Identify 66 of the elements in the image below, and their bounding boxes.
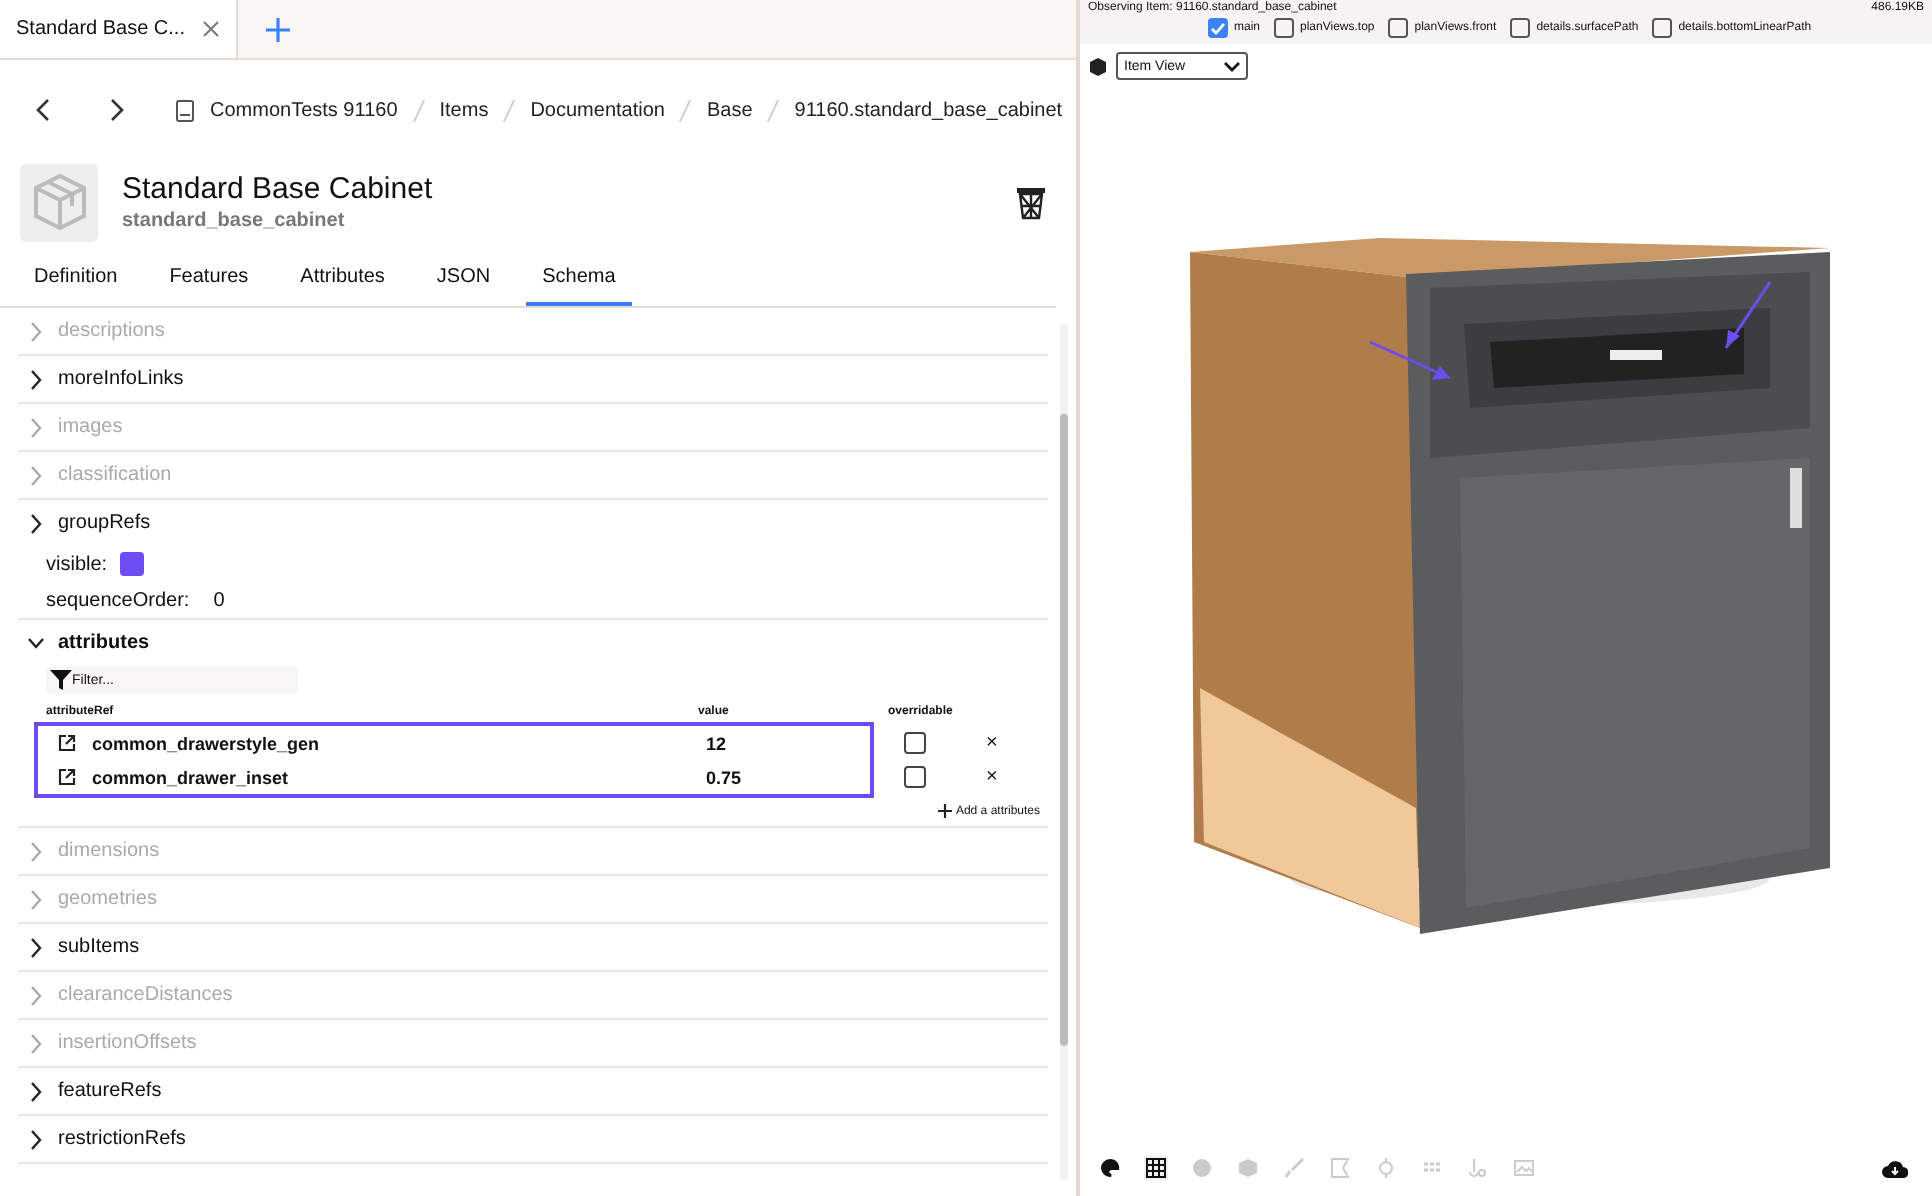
overridable-checkbox[interactable] — [904, 732, 926, 754]
tab[interactable]: Features — [153, 258, 265, 306]
section-header[interactable]: groupRefs — [18, 500, 1048, 546]
breadcrumb-link[interactable]: 91160.standard_base_cabinet — [794, 99, 1063, 121]
close-icon[interactable] — [202, 20, 220, 38]
field-label: sequenceOrder: — [46, 589, 190, 611]
attribute-value: 12 — [704, 733, 729, 753]
chevron-icon — [28, 633, 44, 653]
browser-tab[interactable]: Standard Base C... — [0, 0, 238, 58]
wastebasket-icon[interactable] — [1016, 185, 1046, 219]
layer-checkbox[interactable] — [1388, 18, 1409, 38]
cloud-download-icon[interactable] — [1882, 1159, 1908, 1177]
chevron-icon — [28, 1081, 44, 1101]
layer-checkbox[interactable] — [1208, 18, 1228, 38]
field-value: 0 — [213, 589, 225, 611]
forward-icon[interactable] — [108, 98, 124, 122]
plus-icon — [937, 804, 952, 818]
book-icon — [176, 99, 194, 121]
item-id: standard_base_cabinet — [122, 210, 347, 232]
tab[interactable]: JSON — [420, 258, 507, 306]
chevron-icon — [28, 417, 44, 437]
field-label: visible: — [46, 553, 108, 575]
box-icon — [33, 174, 85, 230]
breadcrumb-link[interactable]: Items — [439, 99, 489, 121]
tab[interactable]: Schema — [526, 258, 632, 306]
chevron-icon — [28, 465, 44, 485]
cube-icon — [1090, 57, 1106, 75]
breadcrumb-link[interactable]: Base — [706, 99, 753, 121]
palette-icon[interactable] — [1098, 1156, 1122, 1180]
section-header[interactable]: moreInfoLinks — [18, 356, 1048, 402]
chevron-icon — [28, 321, 44, 341]
chevron-icon — [28, 1129, 44, 1149]
remove-button[interactable]: × — [986, 732, 998, 754]
chevron-icon — [28, 889, 44, 909]
filter-icon — [50, 670, 72, 690]
external-link-icon[interactable] — [58, 734, 76, 752]
item-title: Standard Base Cabinet — [122, 172, 435, 206]
scrollbar-thumb[interactable] — [1060, 414, 1068, 1046]
chevron-icon — [28, 513, 44, 533]
back-icon[interactable] — [36, 98, 52, 122]
attribute-value: 0.75 — [704, 767, 744, 787]
external-link-icon[interactable] — [58, 768, 76, 786]
remove-button[interactable]: × — [986, 766, 998, 788]
section-header[interactable]: featureRefs — [18, 1068, 1048, 1114]
attribute-name: common_drawer_inset — [92, 767, 289, 787]
overridable-checkbox[interactable] — [904, 766, 926, 788]
chevron-icon — [28, 1033, 44, 1053]
grid-icon[interactable] — [1144, 1156, 1168, 1180]
chevron-icon — [28, 841, 44, 861]
tab[interactable]: Attributes — [284, 258, 401, 306]
tab[interactable]: Definition — [18, 258, 134, 306]
breadcrumb-link[interactable]: Documentation — [530, 99, 665, 121]
chevron-icon — [28, 937, 44, 957]
breadcrumb-link[interactable]: CommonTests 91160 — [210, 99, 398, 121]
chevron-icon — [28, 369, 44, 389]
visible-checkbox[interactable] — [119, 552, 144, 576]
layer-checkbox[interactable] — [1274, 18, 1295, 38]
layer-checkbox[interactable] — [1652, 18, 1673, 38]
caret-icon — [1224, 61, 1240, 71]
section-header[interactable]: restrictionRefs — [18, 1116, 1048, 1162]
section-header[interactable]: subItems — [18, 924, 1048, 970]
section-header[interactable]: attributes — [18, 620, 1048, 666]
layer-checkbox[interactable] — [1510, 18, 1531, 38]
attribute-name: common_drawerstyle_gen — [92, 733, 320, 753]
add-tab-icon[interactable] — [266, 17, 290, 41]
chevron-icon — [28, 985, 44, 1005]
